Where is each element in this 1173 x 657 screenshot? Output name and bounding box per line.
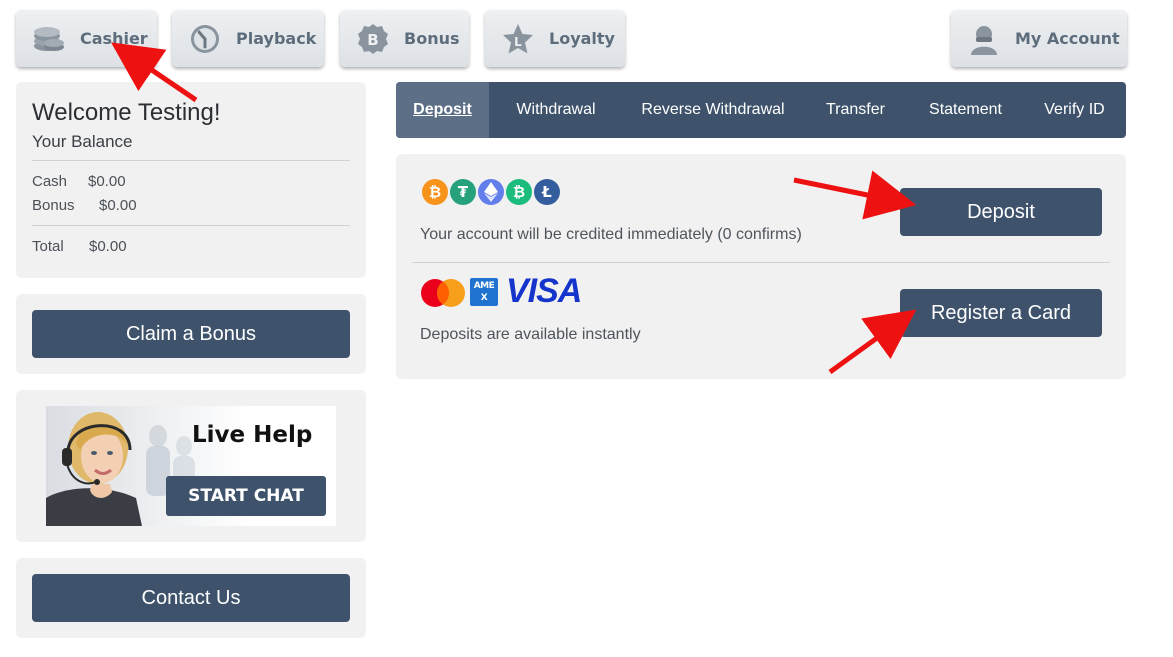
user-avatar-icon — [967, 22, 1001, 56]
svg-text:L: L — [514, 35, 522, 49]
mastercard-icon — [420, 278, 466, 312]
loyalty-label: Loyalty — [549, 29, 615, 48]
visa-icon: VISA — [506, 272, 582, 310]
live-help-banner[interactable]: Live Help START CHAT — [46, 406, 336, 526]
litecoin-icon: Ł — [534, 179, 560, 205]
tab-statement[interactable]: Statement — [908, 82, 1023, 138]
amex-icon: AMEX — [470, 278, 498, 306]
welcome-title: Welcome Testing! — [32, 99, 221, 126]
cashier-tabs: Deposit Withdrawal Reverse Withdrawal Tr… — [396, 82, 1126, 138]
my-account-label: My Account — [1015, 29, 1120, 48]
cashier-label: Cashier — [80, 29, 148, 48]
tab-transfer[interactable]: Transfer — [803, 82, 908, 138]
contact-us-card: Contact Us — [16, 558, 366, 638]
tab-withdrawal[interactable]: Withdrawal — [489, 82, 623, 138]
bonus-label: Bonus — [404, 29, 460, 48]
deposit-methods-panel: ₿ ₮ ₿ Ł Your account will be credited im… — [396, 154, 1126, 379]
balance-card: Welcome Testing! Your Balance Cash $0.00… — [16, 82, 366, 278]
ethereum-icon — [478, 179, 504, 205]
crypto-description: Your account will be credited immediatel… — [420, 226, 802, 243]
loyalty-nav-button[interactable]: L Loyalty — [485, 10, 625, 67]
total-row: Total $0.00 — [32, 234, 350, 258]
svg-text:B: B — [367, 31, 378, 49]
my-account-nav-button[interactable]: My Account — [951, 10, 1127, 67]
bonus-value: $0.00 — [99, 196, 137, 214]
tab-reverse-withdrawal[interactable]: Reverse Withdrawal — [623, 82, 803, 138]
total-label: Total — [32, 237, 64, 255]
contact-us-button[interactable]: Contact Us — [32, 574, 350, 622]
tab-deposit[interactable]: Deposit — [396, 82, 489, 138]
playback-label: Playback — [236, 29, 317, 48]
total-value: $0.00 — [89, 237, 127, 255]
amex-text: AMEX — [473, 281, 495, 303]
claim-bonus-button[interactable]: Claim a Bonus — [32, 310, 350, 358]
bitcoin-cash-icon: ₿ — [506, 179, 532, 205]
tether-icon: ₮ — [450, 179, 476, 205]
divider — [32, 160, 350, 161]
register-card-button[interactable]: Register a Card — [900, 289, 1102, 337]
tab-verify-id[interactable]: Verify ID — [1023, 82, 1126, 138]
bitcoin-icon: ₿ — [422, 179, 448, 205]
star-icon: L — [501, 22, 535, 56]
live-help-card: Live Help START CHAT — [16, 390, 366, 542]
bonus-nav-button[interactable]: B Bonus — [340, 10, 469, 67]
balance-heading: Your Balance — [32, 132, 133, 151]
card-description: Deposits are available instantly — [420, 326, 641, 343]
cash-row: Cash $0.00 — [32, 169, 350, 193]
cash-label: Cash — [32, 172, 68, 190]
playback-nav-button[interactable]: Playback — [172, 10, 324, 67]
divider — [32, 225, 350, 226]
coins-stack-icon — [32, 22, 66, 56]
bonus-badge-icon: B — [356, 22, 390, 56]
divider — [412, 262, 1110, 263]
clock-icon — [188, 22, 222, 56]
deposit-button[interactable]: Deposit — [900, 188, 1102, 236]
bonus-balance-label: Bonus — [32, 196, 75, 214]
cash-value: $0.00 — [88, 172, 126, 190]
cashier-nav-button[interactable]: Cashier — [16, 10, 157, 67]
start-chat-button[interactable]: START CHAT — [166, 476, 326, 516]
bonus-row: Bonus $0.00 — [32, 193, 350, 217]
live-help-title: Live Help — [192, 422, 313, 448]
claim-bonus-card: Claim a Bonus — [16, 294, 366, 374]
